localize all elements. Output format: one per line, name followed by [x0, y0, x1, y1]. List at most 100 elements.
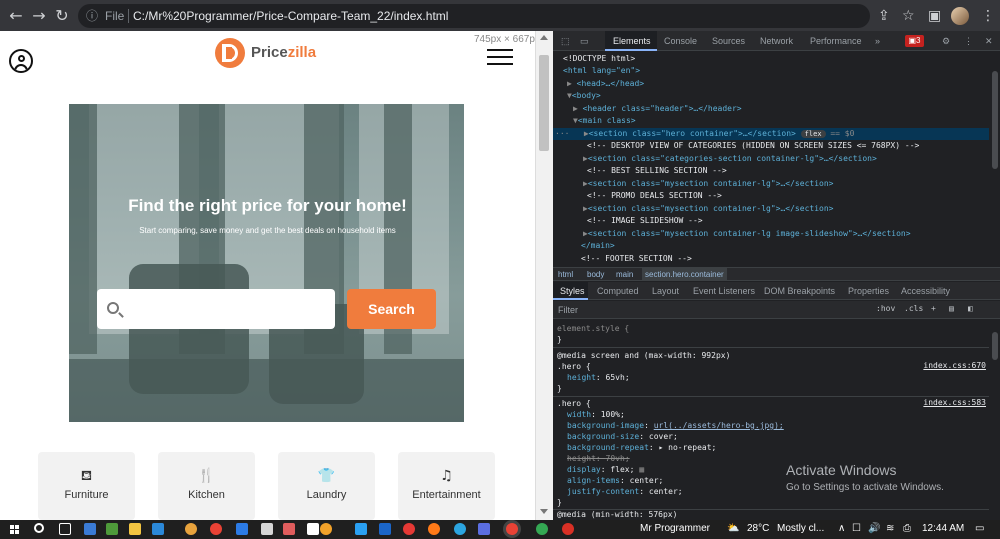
scrollbar-thumb[interactable] — [992, 71, 998, 169]
scroll-down-icon[interactable] — [540, 509, 548, 514]
category-card-laundry[interactable]: 👕 Laundry — [278, 452, 375, 520]
windows-start-icon[interactable] — [10, 525, 20, 535]
telegram-icon[interactable] — [454, 523, 466, 535]
subtab-properties[interactable]: Properties — [848, 286, 889, 296]
edge-icon[interactable] — [106, 523, 118, 535]
user-account-icon[interactable] — [9, 49, 33, 73]
app-icon[interactable] — [320, 523, 332, 535]
computed-styles-icon[interactable]: ▤ — [949, 304, 954, 313]
app-icon[interactable] — [379, 523, 391, 535]
breadcrumb-item[interactable]: body — [587, 268, 604, 281]
notifications-icon[interactable]: ▭ — [975, 523, 984, 534]
browser-menu-icon[interactable]: ⋮ — [981, 6, 995, 26]
style-declaration[interactable]: background-repeat: ▸ no-repeat; — [557, 442, 987, 453]
dom-line[interactable]: ▼<main class> — [553, 115, 989, 127]
address-bar[interactable]: ⓘ File C:/Mr%20Programmer/Price-Compare-… — [78, 4, 870, 28]
search-icon[interactable] — [34, 523, 44, 533]
search-button[interactable]: Search — [347, 289, 436, 329]
dom-line-selected[interactable]: ··· ▶<section class="hero container">…</… — [553, 128, 989, 140]
breadcrumb-item[interactable]: html — [558, 268, 573, 281]
chrome-icon[interactable] — [210, 523, 222, 535]
style-declaration[interactable]: display: flex; ▦ — [557, 464, 987, 475]
style-declaration[interactable]: width: 100%; — [557, 409, 987, 420]
app-icon[interactable] — [403, 523, 415, 535]
dom-line[interactable]: ▶ <head>…</head> — [553, 78, 989, 90]
devtools-menu-icon[interactable]: ⋮ — [964, 36, 973, 47]
dom-line[interactable]: <html lang="en"> — [553, 65, 989, 77]
tab-performance[interactable]: Performance — [810, 36, 862, 46]
dom-line[interactable]: ▶<section class="categories-section cont… — [553, 153, 989, 165]
dom-line[interactable]: <!DOCTYPE html> — [553, 53, 989, 65]
tab-elements[interactable]: Elements — [613, 36, 651, 46]
flex-badge[interactable]: flex — [800, 130, 826, 138]
dom-line[interactable]: <!-- BEST SELLING SECTION --> — [553, 165, 989, 177]
flex-editor-icon[interactable]: ▦ — [639, 465, 644, 474]
style-declaration[interactable]: background-image: url(../assets/hero-bg.… — [557, 420, 987, 431]
brand-name[interactable]: Pricezilla — [251, 44, 316, 61]
tab-console[interactable]: Console — [664, 36, 697, 46]
dom-line[interactable]: <!-- FOOTER SECTION --> — [553, 253, 989, 265]
profile-avatar[interactable] — [951, 7, 969, 25]
app-icon[interactable] — [536, 523, 548, 535]
close-icon[interactable]: ✕ — [985, 36, 993, 47]
more-tabs-icon[interactable]: » — [875, 36, 880, 46]
search-box[interactable] — [97, 289, 335, 329]
subtab-styles[interactable]: Styles — [560, 286, 585, 296]
info-icon[interactable]: ⓘ — [86, 4, 98, 28]
dom-scrollbar[interactable] — [990, 51, 1000, 267]
dom-line[interactable]: ▶<section class="mysection container-lg"… — [553, 178, 989, 190]
dom-line[interactable]: </main> — [553, 240, 989, 252]
hover-state-toggle[interactable]: :hov — [876, 304, 895, 313]
mail-icon[interactable] — [84, 523, 96, 535]
weather-icon[interactable]: ⛅ — [727, 523, 739, 534]
style-declaration[interactable]: height: 65vh; — [557, 372, 987, 383]
app-icon[interactable] — [307, 523, 319, 535]
dom-line[interactable]: ▼<body> — [553, 90, 989, 102]
task-view-icon[interactable] — [59, 523, 71, 535]
error-count-badge[interactable]: ▣3 — [905, 35, 924, 47]
volume-icon[interactable]: 🔊 — [868, 523, 880, 534]
chrome-active-icon[interactable] — [506, 523, 518, 535]
network-icon[interactable]: ☐ — [852, 523, 861, 534]
breadcrumb-item[interactable]: main — [616, 268, 633, 281]
subtab-dom-breakpoints[interactable]: DOM Breakpoints — [764, 286, 835, 296]
device-toolbar-icon[interactable]: ▭ — [580, 36, 589, 47]
weather-temp[interactable]: 28°C — [747, 523, 769, 534]
pricezilla-logo-icon[interactable] — [215, 38, 245, 68]
style-declaration[interactable]: background-size: cover; — [557, 431, 987, 442]
filter-input[interactable]: Filter — [558, 305, 578, 315]
category-card-furniture[interactable]: ⛾ Furniture — [38, 452, 135, 520]
settings-gear-icon[interactable]: ⚙ — [942, 36, 950, 47]
dom-line[interactable]: <!-- DESKTOP VIEW OF CATEGORIES (HIDDEN … — [553, 140, 989, 152]
toggle-sidebar-icon[interactable]: ◧ — [968, 304, 973, 313]
app-icon[interactable] — [261, 523, 273, 535]
inspect-element-icon[interactable]: ⬚ — [561, 36, 570, 47]
scrollbar-thumb[interactable] — [992, 332, 998, 360]
chrome-canary-icon[interactable] — [185, 523, 197, 535]
sidebar-icon[interactable]: ▣ — [928, 6, 941, 26]
app-icon[interactable] — [283, 523, 295, 535]
share-icon[interactable]: ⇪ — [878, 6, 890, 26]
style-declaration-overridden[interactable]: height: 70vh; — [557, 453, 987, 464]
css-source-link[interactable]: index.css:583 — [923, 398, 986, 407]
language-icon[interactable]: ⎙ — [903, 523, 911, 534]
hamburger-menu-icon[interactable] — [487, 47, 513, 65]
subtab-accessibility[interactable]: Accessibility — [901, 286, 950, 296]
taskbar-app-label[interactable]: Mr Programmer — [640, 523, 710, 534]
category-card-entertainment[interactable]: ♫ Entertainment — [398, 452, 495, 520]
file-explorer-icon[interactable] — [129, 523, 141, 535]
bookmark-star-icon[interactable]: ☆ — [902, 6, 915, 26]
dom-line[interactable]: ▶<section class="mysection container-lg"… — [553, 203, 989, 215]
tab-sources[interactable]: Sources — [712, 36, 745, 46]
url-text[interactable]: C:/Mr%20Programmer/Price-Compare-Team_22… — [133, 4, 448, 28]
firefox-icon[interactable] — [428, 523, 440, 535]
clock[interactable]: 12:44 AM — [922, 523, 964, 534]
app-icon[interactable] — [562, 523, 574, 535]
reload-icon[interactable]: ↻ — [52, 6, 72, 26]
tab-network[interactable]: Network — [760, 36, 793, 46]
subtab-computed[interactable]: Computed — [597, 286, 639, 296]
back-icon[interactable]: ← — [6, 6, 26, 26]
search-input[interactable] — [129, 297, 324, 321]
tray-overflow-icon[interactable]: ∧ — [838, 523, 845, 534]
new-rule-button[interactable]: + — [931, 304, 936, 313]
